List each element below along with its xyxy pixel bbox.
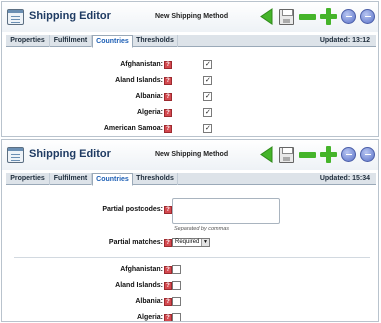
- editor-window-icon: [7, 147, 24, 163]
- country-row: Albania: ?: [6, 297, 376, 307]
- partial-matches-value: Required: [175, 239, 200, 245]
- shipping-method-title: New Shipping Method: [155, 151, 229, 158]
- tab-fulfilment[interactable]: Fulfilment: [50, 35, 92, 47]
- country-checkbox[interactable]: [203, 92, 212, 101]
- help-icon[interactable]: ?: [164, 206, 172, 214]
- country-label: Afghanistan:: [120, 61, 163, 68]
- country-checkbox[interactable]: [172, 313, 181, 321]
- country-row: Albania: ?: [6, 92, 376, 102]
- chevron-down-icon: ▼: [201, 239, 209, 246]
- tab-properties[interactable]: Properties: [6, 35, 50, 47]
- tab-thresholds[interactable]: Thresholds: [133, 35, 178, 47]
- plus-icon[interactable]: [320, 8, 337, 25]
- countries-form: Partial postcodes: ? Separated by commas…: [6, 186, 376, 321]
- help-icon[interactable]: ?: [164, 109, 172, 117]
- updated-time: Updated: 13:12: [319, 37, 370, 44]
- country-checkbox[interactable]: [203, 108, 212, 117]
- country-row: Afghanistan: ?: [6, 265, 376, 275]
- country-label: American Samoa:: [103, 125, 163, 132]
- circle-minus-icon[interactable]: [341, 147, 356, 162]
- divider: [14, 257, 370, 258]
- tab-thresholds[interactable]: Thresholds: [133, 173, 178, 185]
- back-arrow-icon[interactable]: [260, 146, 273, 163]
- country-checkbox[interactable]: [172, 297, 181, 306]
- circle-minus-icon[interactable]: [360, 147, 375, 162]
- help-icon[interactable]: ?: [164, 93, 172, 101]
- back-arrow-icon[interactable]: [260, 8, 273, 25]
- help-icon[interactable]: ?: [164, 266, 172, 274]
- circle-minus-icon[interactable]: [341, 9, 356, 24]
- updated-time: Updated: 15:34: [319, 175, 370, 182]
- country-row: American Samoa: ?: [6, 124, 376, 134]
- partial-matches-label: Partial matches:: [108, 239, 163, 246]
- partial-matches-select[interactable]: Required ▼: [172, 238, 210, 247]
- title-bar: Shipping Editor New Shipping Method: [2, 140, 378, 170]
- postcodes-hint: Separated by commas: [174, 226, 230, 232]
- plus-icon[interactable]: [320, 146, 337, 163]
- country-label: Afghanistan:: [120, 266, 163, 273]
- tab-properties[interactable]: Properties: [6, 173, 50, 185]
- save-icon[interactable]: [279, 147, 294, 163]
- save-icon[interactable]: [279, 9, 294, 25]
- tab-bar: Properties Fulfilment Countries Threshol…: [6, 35, 376, 48]
- country-label: Aland Islands:: [115, 77, 163, 84]
- country-row: Aland Islands: ?: [6, 76, 376, 86]
- country-row: Afghanistan: ?: [6, 60, 376, 70]
- help-icon[interactable]: ?: [164, 282, 172, 290]
- app-title: Shipping Editor: [29, 148, 111, 160]
- minus-icon[interactable]: [299, 14, 316, 20]
- app-title: Shipping Editor: [29, 10, 111, 22]
- countries-list: Afghanistan: ? Aland Islands: ? Albania:…: [6, 48, 376, 136]
- circle-minus-icon[interactable]: [360, 9, 375, 24]
- tab-bar: Properties Fulfilment Countries Threshol…: [6, 173, 376, 186]
- minus-icon[interactable]: [299, 152, 316, 158]
- country-checkbox[interactable]: [203, 60, 212, 69]
- country-checkbox[interactable]: [203, 76, 212, 85]
- help-icon[interactable]: ?: [164, 77, 172, 85]
- tab-fulfilment[interactable]: Fulfilment: [50, 173, 92, 185]
- help-icon[interactable]: ?: [164, 61, 172, 69]
- country-row: Algeria: ?: [6, 313, 376, 321]
- tab-countries[interactable]: Countries: [92, 173, 133, 186]
- help-icon[interactable]: ?: [164, 314, 172, 321]
- country-label: Algeria:: [136, 314, 163, 321]
- country-label: Aland Islands:: [115, 282, 163, 289]
- editor-window-icon: [7, 9, 24, 25]
- shipping-editor-panel-2: Shipping Editor New Shipping Method Prop…: [1, 139, 379, 322]
- country-label: Algeria:: [136, 109, 163, 116]
- shipping-editor-panel-1: Shipping Editor New Shipping Method Prop…: [1, 1, 379, 137]
- country-checkbox[interactable]: [203, 124, 212, 133]
- country-checkbox[interactable]: [172, 265, 181, 274]
- shipping-method-title: New Shipping Method: [155, 13, 229, 20]
- help-icon[interactable]: ?: [164, 298, 172, 306]
- help-icon[interactable]: ?: [164, 239, 172, 247]
- country-label: Albania:: [135, 93, 163, 100]
- country-row: Aland Islands: ?: [6, 281, 376, 291]
- partial-postcodes-textarea[interactable]: [172, 198, 280, 224]
- tab-countries[interactable]: Countries: [92, 35, 133, 48]
- country-label: Albania:: [135, 298, 163, 305]
- partial-postcodes-label: Partial postcodes:: [102, 206, 163, 213]
- title-bar: Shipping Editor New Shipping Method: [2, 2, 378, 32]
- country-checkbox[interactable]: [172, 281, 181, 290]
- help-icon[interactable]: ?: [164, 125, 172, 133]
- country-row: Algeria: ?: [6, 108, 376, 118]
